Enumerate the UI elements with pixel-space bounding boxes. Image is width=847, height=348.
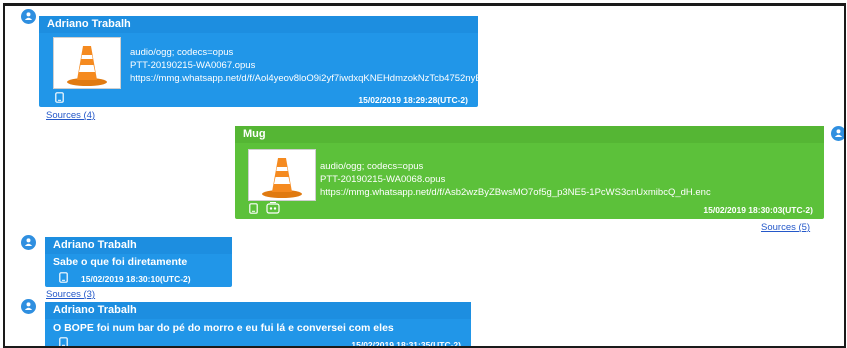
sender-name: Adriano Trabalh xyxy=(45,237,232,254)
sender-avatar-icon xyxy=(21,235,36,250)
phone-icon xyxy=(249,203,258,214)
message-bubble-4: Adriano Trabalh O BOPE foi num bar do pé… xyxy=(45,302,471,348)
attachment-url[interactable]: https://mmg.whatsapp.net/d/f/Asb2wzByZBw… xyxy=(320,186,711,199)
message-timestamp: 15/02/2019 18:31:35(UTC-2) xyxy=(351,340,461,348)
attachment-mime: audio/ogg; codecs=opus xyxy=(130,47,234,58)
attachment-url[interactable]: https://mmg.whatsapp.net/d/f/Aol4yeov8lo… xyxy=(130,72,500,85)
sender-avatar-icon xyxy=(831,126,844,141)
vlc-cone-icon xyxy=(262,158,302,198)
attachment-thumbnail[interactable] xyxy=(53,37,121,89)
sources-link[interactable]: Sources (3) xyxy=(46,289,95,300)
chat-frame: Adriano Trabalh audio/ogg; codecs=opus P… xyxy=(3,3,846,348)
attachment-thumbnail[interactable] xyxy=(248,149,316,201)
sender-avatar-icon xyxy=(21,299,36,314)
vlc-cone-icon xyxy=(67,46,107,86)
sender-name: Mug xyxy=(235,126,824,143)
sender-avatar-icon xyxy=(21,9,36,24)
voice-icon xyxy=(266,202,280,214)
phone-icon xyxy=(55,92,64,103)
message-bubble-2: Mug audio/ogg; codecs=opus PTT-20190215-… xyxy=(235,126,824,219)
message-bubble-1: Adriano Trabalh audio/ogg; codecs=opus P… xyxy=(39,16,500,107)
sender-name: Adriano Trabalh xyxy=(39,16,478,33)
phone-icon xyxy=(59,337,68,346)
message-text: O BOPE foi num bar do pé do morro e eu f… xyxy=(53,322,394,334)
attachment-mime: audio/ogg; codecs=opus xyxy=(320,161,424,172)
attachment-filename: PTT-20190215-WA0068.opus xyxy=(320,174,446,185)
message-text: Sabe o que foi diretamente xyxy=(53,256,188,268)
sources-link[interactable]: Sources (4) xyxy=(46,110,95,121)
message-timestamp: 15/02/2019 18:30:03(UTC-2) xyxy=(703,205,813,215)
message-timestamp: 15/02/2019 18:29:28(UTC-2) xyxy=(358,95,468,105)
sources-link[interactable]: Sources (5) xyxy=(761,222,810,233)
attachment-filename: PTT-20190215-WA0067.opus xyxy=(130,60,256,71)
message-bubble-3: Adriano Trabalh Sabe o que foi diretamen… xyxy=(45,237,232,287)
sender-name: Adriano Trabalh xyxy=(45,302,471,319)
phone-icon xyxy=(59,272,68,283)
message-timestamp: 15/02/2019 18:30:10(UTC-2) xyxy=(81,274,191,284)
